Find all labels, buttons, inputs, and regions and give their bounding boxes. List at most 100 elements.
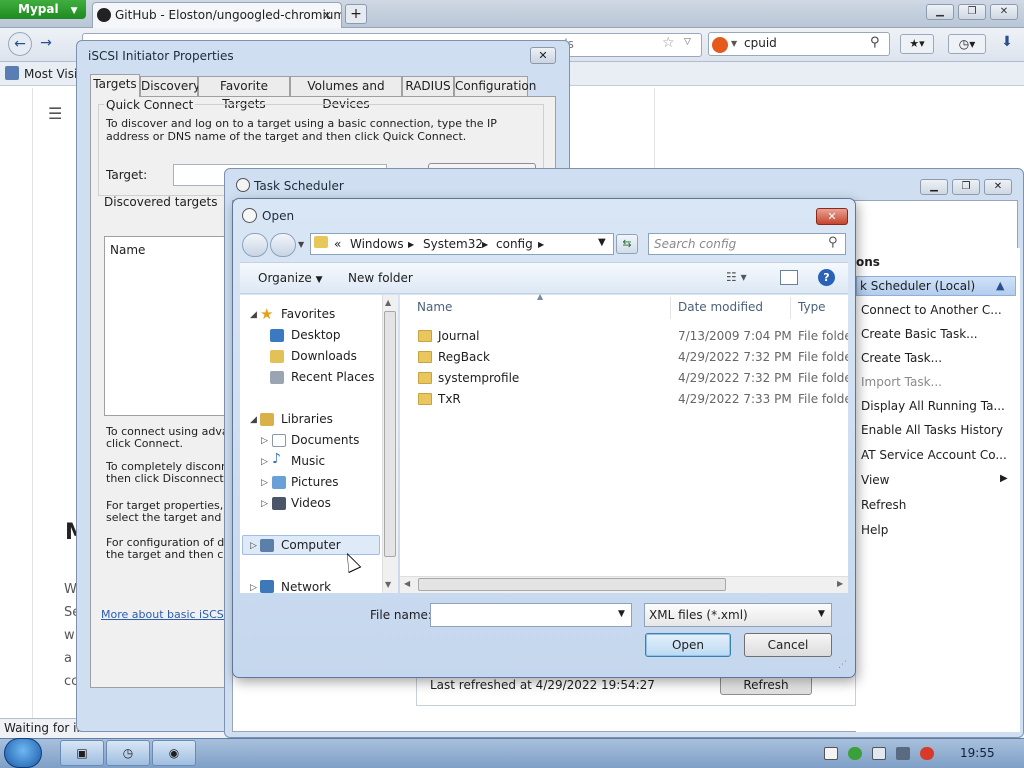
breadcrumb-overflow[interactable]: « xyxy=(334,237,341,251)
chevron-down-icon[interactable]: ▼ xyxy=(618,609,625,619)
nav-downloads[interactable]: Downloads xyxy=(291,349,357,363)
expand-icon[interactable]: ▷ xyxy=(261,457,268,467)
expand-icon[interactable]: ▷ xyxy=(261,436,268,446)
expand-icon[interactable]: ▷ xyxy=(250,541,257,551)
chevron-down-icon[interactable]: ▼ xyxy=(731,39,737,48)
nav-computer[interactable]: Computer xyxy=(281,538,341,552)
file-row-name[interactable]: systemprofile xyxy=(438,371,519,385)
tab-discovery[interactable]: Discovery xyxy=(140,76,200,96)
close-icon[interactable]: ✕ xyxy=(530,47,556,64)
action-enable-history[interactable]: Enable All Tasks History xyxy=(861,423,1011,437)
scroll-right-icon[interactable]: ▶ xyxy=(837,579,843,588)
expand-icon[interactable]: ▷ xyxy=(250,583,257,593)
nav-desktop[interactable]: Desktop xyxy=(291,328,341,342)
action-create-basic-task[interactable]: Create Basic Task... xyxy=(861,327,1011,341)
chevron-down-icon[interactable]: ▼ xyxy=(818,609,825,619)
action-refresh[interactable]: Refresh xyxy=(861,498,1011,512)
file-row-name[interactable]: RegBack xyxy=(438,350,490,364)
nav-music[interactable]: Music xyxy=(291,454,325,468)
expand-icon[interactable]: ◢ xyxy=(250,415,257,425)
open-button[interactable]: Open xyxy=(645,633,731,657)
minimize-button[interactable]: ▁ xyxy=(926,4,954,20)
forward-icon[interactable] xyxy=(270,233,296,257)
nav-libraries[interactable]: Libraries xyxy=(281,412,333,426)
tab-favorite-targets[interactable]: Favorite Targets xyxy=(198,76,290,111)
star-icon[interactable]: ☆ xyxy=(662,35,675,51)
tray-notes-icon[interactable] xyxy=(824,747,838,760)
action-view[interactable]: View xyxy=(861,473,1011,487)
breadcrumb-system32[interactable]: System32 xyxy=(423,237,483,251)
filename-input[interactable] xyxy=(430,603,632,627)
breadcrumb-separator-icon[interactable]: ▶ xyxy=(482,240,488,249)
action-help[interactable]: Help xyxy=(861,523,1011,537)
search-icon[interactable]: ⚲ xyxy=(828,235,838,250)
nav-scroll-thumb[interactable] xyxy=(384,311,396,557)
tab-close-button[interactable]: × xyxy=(322,8,332,22)
chevron-down-icon[interactable]: ▽ xyxy=(684,37,691,47)
maximize-button[interactable]: ❐ xyxy=(958,4,986,20)
nav-recent-places[interactable]: Recent Places xyxy=(291,370,374,384)
action-create-task[interactable]: Create Task... xyxy=(861,351,1011,365)
column-date-modified[interactable]: Date modified xyxy=(678,300,763,314)
refresh-button[interactable]: Refresh xyxy=(720,675,812,695)
minimize-button[interactable]: ▁ xyxy=(920,179,948,195)
discovered-targets-list[interactable] xyxy=(104,236,234,416)
change-view-icon[interactable]: ☷ ▾ xyxy=(726,270,747,284)
file-row-name[interactable]: Journal xyxy=(438,329,480,343)
resize-grip-icon[interactable]: ⋰ xyxy=(838,660,847,670)
forward-icon[interactable]: → xyxy=(34,32,58,56)
tab-targets[interactable]: Targets xyxy=(90,74,140,97)
history-icon[interactable]: ◷▾ xyxy=(948,34,986,54)
organize-button[interactable]: Organize ▼ xyxy=(258,271,323,285)
action-at-service[interactable]: AT Service Account Co... xyxy=(861,448,1011,462)
taskbar-app-icon[interactable]: ▣ xyxy=(60,740,104,766)
start-button[interactable] xyxy=(4,738,42,768)
help-icon[interactable]: ? xyxy=(818,269,835,286)
action-display-running[interactable]: Display All Running Ta... xyxy=(861,399,1011,413)
new-tab-button[interactable]: + xyxy=(345,4,367,24)
file-row-name[interactable]: TxR xyxy=(438,392,461,406)
close-icon[interactable]: ✕ xyxy=(816,208,848,225)
download-icon[interactable]: ⬇ xyxy=(996,34,1018,54)
column-type[interactable]: Type xyxy=(798,300,826,314)
tray-volume-icon[interactable] xyxy=(920,747,934,760)
preview-pane-icon[interactable] xyxy=(780,270,798,285)
chevron-down-icon[interactable]: ▼ xyxy=(598,237,606,248)
app-menu-button[interactable]: Mypal ▼ xyxy=(0,0,86,19)
taskbar-clock-icon[interactable]: ◷ xyxy=(106,740,150,766)
new-folder-button[interactable]: New folder xyxy=(348,271,413,285)
back-icon[interactable] xyxy=(242,233,268,257)
action-import-task[interactable]: Import Task... xyxy=(861,375,1011,389)
taskbar-globe-icon[interactable]: ◉ xyxy=(152,740,196,766)
close-button[interactable]: ✕ xyxy=(984,179,1012,195)
iscsi-help-link[interactable]: More about basic iSCSI c xyxy=(101,608,225,621)
tab-volumes-devices[interactable]: Volumes and Devices xyxy=(290,76,402,111)
column-divider[interactable] xyxy=(670,297,671,319)
breadcrumb-separator-icon[interactable]: ▶ xyxy=(538,240,544,249)
scroll-down-icon[interactable]: ▼ xyxy=(385,580,391,589)
tray-network-icon[interactable] xyxy=(896,747,910,760)
expand-icon[interactable]: ◢ xyxy=(250,310,257,320)
menu-icon[interactable]: ☰ xyxy=(48,104,62,123)
breadcrumb-separator-icon[interactable]: ▶ xyxy=(408,240,414,249)
browser-tab[interactable]: GitHub - Eloston/ungoogled-chromium... xyxy=(92,2,342,28)
column-name[interactable]: Name xyxy=(417,300,452,314)
taskbar-clock[interactable]: 19:55 xyxy=(960,746,995,760)
nav-documents[interactable]: Documents xyxy=(291,433,359,447)
back-icon[interactable]: ← xyxy=(8,32,32,56)
tray-security-icon[interactable] xyxy=(848,747,862,760)
expand-icon[interactable]: ▷ xyxy=(261,478,268,488)
bookmarks-menu-icon[interactable]: ★▾ xyxy=(900,34,934,54)
cancel-button[interactable]: Cancel xyxy=(744,633,832,657)
refresh-icon[interactable]: ⇆ xyxy=(616,234,638,254)
tab-configuration[interactable]: Configuration xyxy=(454,76,536,96)
search-engine-icon[interactable] xyxy=(712,37,728,53)
breadcrumb-config[interactable]: config xyxy=(496,237,533,251)
collapse-icon[interactable]: ▲ xyxy=(996,279,1004,292)
nav-favorites[interactable]: Favorites xyxy=(281,307,335,321)
filetype-select[interactable]: XML files (*.xml) xyxy=(644,603,832,627)
column-divider[interactable] xyxy=(790,297,791,319)
close-button[interactable]: ✕ xyxy=(990,4,1018,20)
scroll-up-icon[interactable]: ▲ xyxy=(385,298,391,307)
horizontal-scroll-thumb[interactable] xyxy=(418,578,726,591)
